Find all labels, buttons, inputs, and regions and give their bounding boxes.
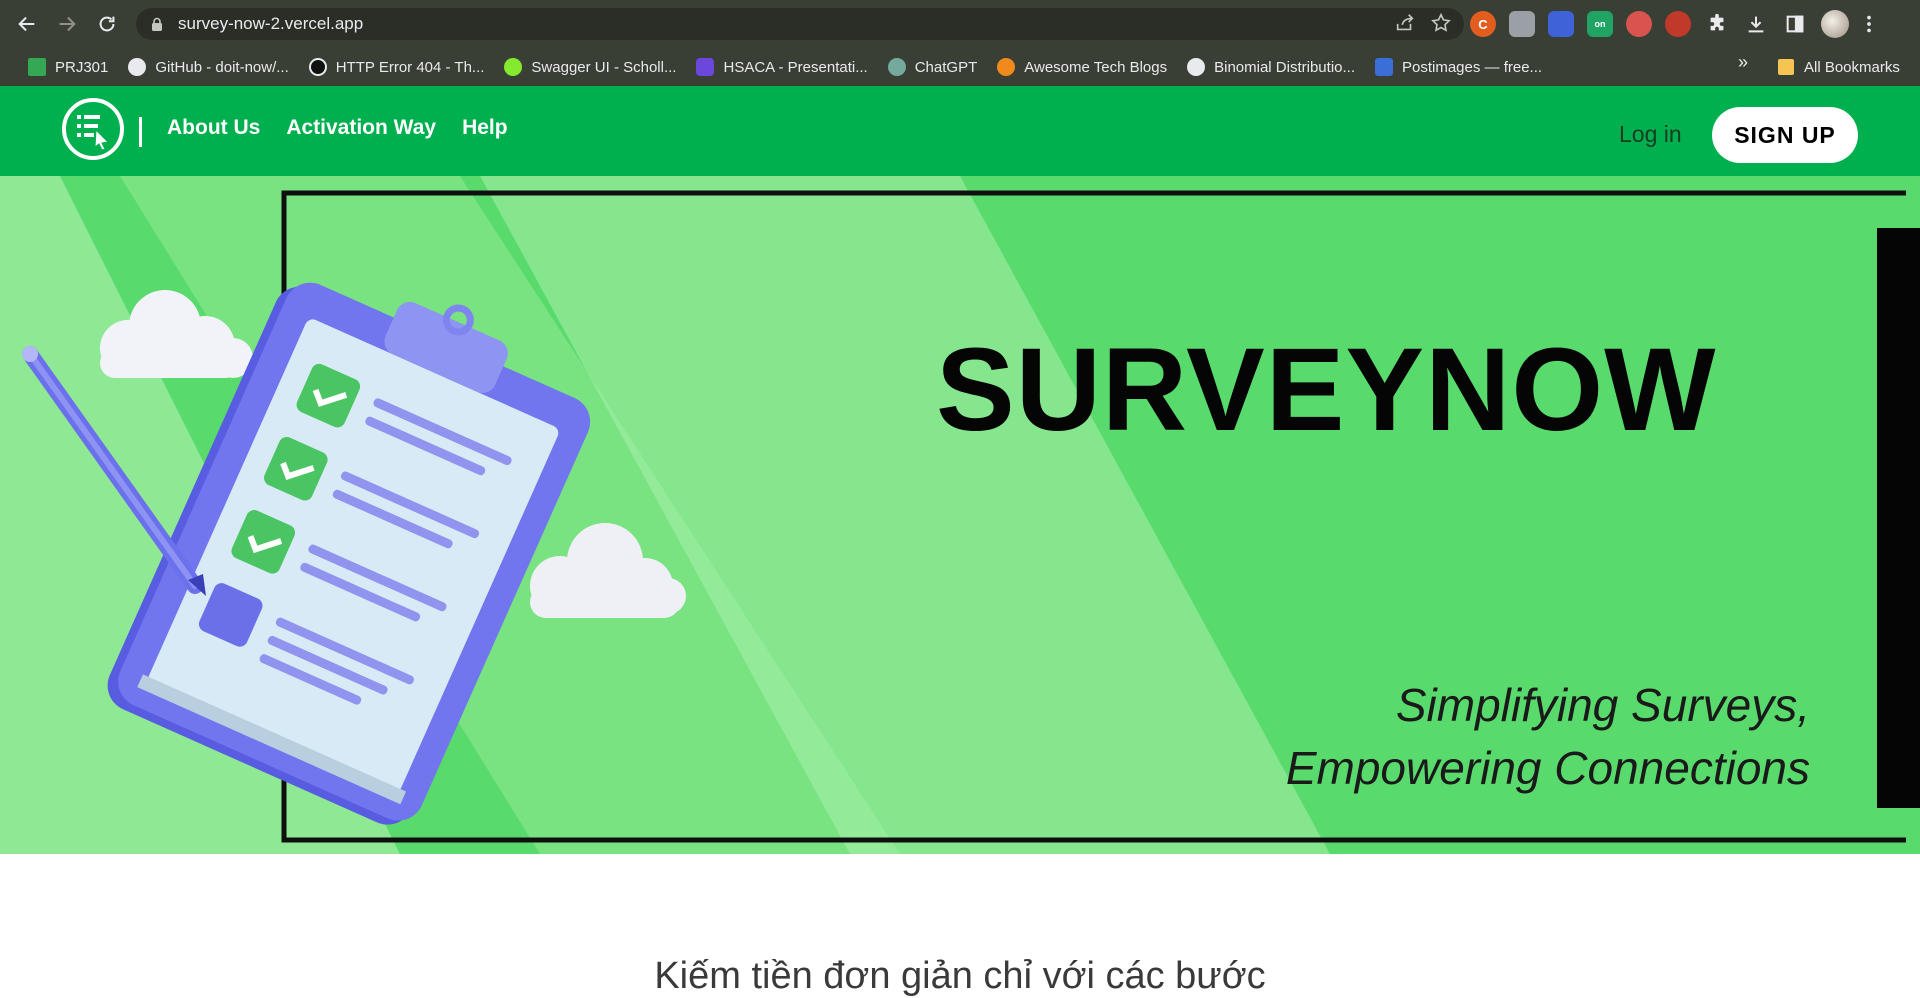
bolt-icon xyxy=(997,58,1016,76)
browser-menu-icon[interactable] xyxy=(1862,11,1876,37)
share-icon[interactable] xyxy=(1394,12,1416,34)
bookmark-item[interactable]: HTTP Error 404 - Th... xyxy=(299,52,495,82)
forward-arrow-icon xyxy=(59,16,76,32)
nav-help[interactable]: Help xyxy=(462,116,508,140)
nav-activation-way[interactable]: Activation Way xyxy=(286,116,436,140)
bookmarks-overflow-button[interactable]: » xyxy=(1738,52,1748,73)
bookmark-label: Swagger UI - Scholl... xyxy=(531,58,677,76)
hero-tagline-line-2: Empowering Connections xyxy=(1285,742,1810,794)
bookmark-label: ChatGPT xyxy=(914,58,978,76)
bookmark-item[interactable]: ChatGPT xyxy=(878,52,988,82)
cookie-extension-icon[interactable] xyxy=(1665,11,1691,37)
surveynow-logo[interactable] xyxy=(62,98,124,160)
globe-icon xyxy=(1187,58,1206,76)
all-bookmarks-button[interactable]: All Bookmarks xyxy=(1778,52,1900,82)
meet-extension-icon[interactable]: on xyxy=(1587,11,1613,37)
bookmark-label: HTTP Error 404 - Th... xyxy=(335,58,485,76)
profile-avatar[interactable] xyxy=(1821,10,1849,38)
hero-tagline-line-1: Simplifying Surveys, xyxy=(1395,679,1810,731)
back-button[interactable] xyxy=(7,4,47,44)
login-link[interactable]: Log in xyxy=(1619,121,1682,148)
main-nav: About Us Activation Way Help xyxy=(167,116,508,140)
error-page-icon xyxy=(308,58,327,76)
swagger-icon xyxy=(504,58,523,76)
browser-toolbar: survey-now-2.vercel.app C on xyxy=(0,0,1920,48)
signup-button[interactable]: SIGN UP xyxy=(1712,107,1858,163)
bookmark-label: PRJ301 xyxy=(55,58,109,76)
bug-extension-icon[interactable] xyxy=(1626,11,1652,37)
bookmark-label: Postimages — free... xyxy=(1402,58,1543,76)
github-icon xyxy=(128,58,147,76)
site-header: About Us Activation Way Help Log in SIGN… xyxy=(0,86,1920,176)
forward-button[interactable] xyxy=(47,4,87,44)
back-arrow-icon xyxy=(18,16,35,32)
hero-tagline: Simplifying Surveys, Empowering Connecti… xyxy=(1286,674,1810,800)
survey-form-icon xyxy=(77,115,110,151)
folder-icon xyxy=(1778,59,1794,75)
bookmark-label: Binomial Distributio... xyxy=(1214,58,1355,76)
bookmark-item[interactable]: GitHub - doit-now/... xyxy=(118,52,298,82)
side-panel-icon[interactable] xyxy=(1782,11,1808,37)
bookmark-item[interactable]: Binomial Distributio... xyxy=(1177,52,1365,82)
drive-icon xyxy=(28,58,46,76)
translate-extension-icon[interactable] xyxy=(1548,11,1574,37)
lock-icon xyxy=(152,17,162,31)
chatgpt-icon xyxy=(887,58,906,76)
download-icon[interactable] xyxy=(1743,11,1769,37)
url-text: survey-now-2.vercel.app xyxy=(178,14,364,33)
bookmark-label: GitHub - doit-now/... xyxy=(155,58,289,76)
bookmark-item[interactable]: PRJ301 xyxy=(18,52,118,82)
bookmark-item[interactable]: Awesome Tech Blogs xyxy=(987,52,1177,82)
hsaca-icon xyxy=(696,58,715,76)
logo-separator xyxy=(139,117,142,147)
nav-about-us[interactable]: About Us xyxy=(167,116,260,140)
screenshot-extension-icon[interactable] xyxy=(1509,11,1535,37)
extensions-puzzle-icon[interactable] xyxy=(1704,11,1730,37)
bookmark-label: Awesome Tech Blogs xyxy=(1024,58,1168,76)
bookmark-star-icon[interactable] xyxy=(1430,12,1452,34)
all-bookmarks-label: All Bookmarks xyxy=(1804,58,1900,76)
reload-button[interactable] xyxy=(87,4,127,44)
hero-title: SURVEYNOW xyxy=(936,324,1717,456)
bookmark-item[interactable]: Postimages — free... xyxy=(1365,52,1552,82)
coccoc-extension-icon[interactable]: C xyxy=(1470,11,1496,37)
postimages-icon xyxy=(1375,58,1393,76)
hero-banner: SURVEYNOW Simplifying Surveys, Empowerin… xyxy=(0,176,1920,854)
reload-icon xyxy=(99,16,115,32)
bookmark-label: HSACA - Presentati... xyxy=(723,58,868,76)
address-bar[interactable]: survey-now-2.vercel.app xyxy=(136,8,1464,40)
bookmark-item[interactable]: HSACA - Presentati... xyxy=(686,52,877,82)
bookmarks-bar: PRJ301 GitHub - doit-now/... HTTP Error … xyxy=(0,48,1920,86)
bookmark-item[interactable]: Swagger UI - Scholl... xyxy=(494,52,686,82)
